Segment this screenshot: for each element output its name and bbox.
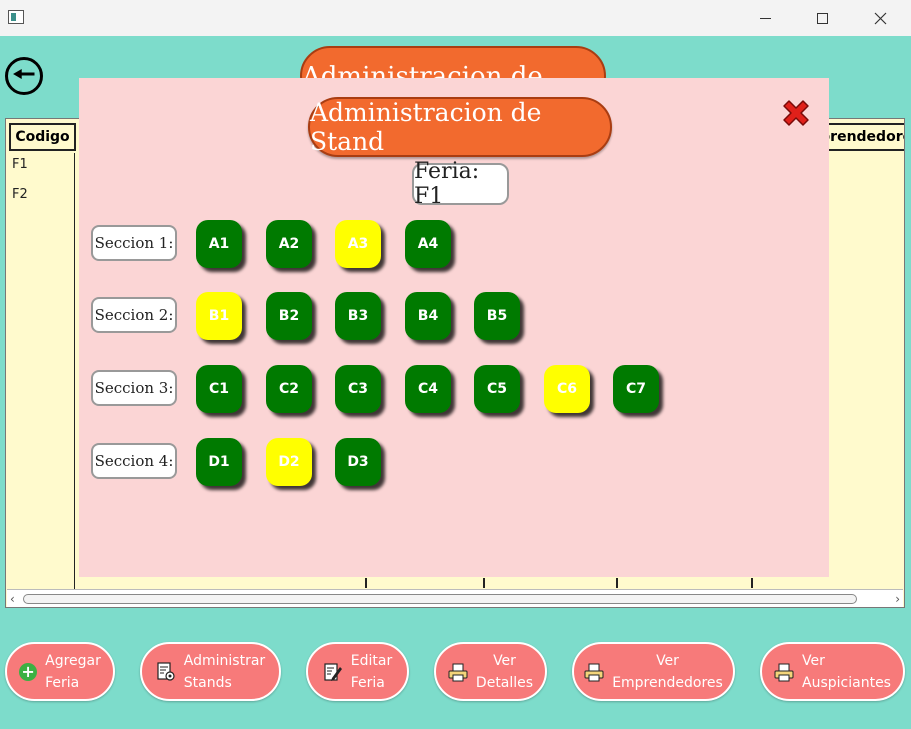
gear-document-icon: [157, 661, 175, 681]
column-divider: [483, 578, 485, 588]
stand-button-a1[interactable]: A1: [196, 220, 242, 268]
minimize-button[interactable]: [742, 0, 788, 36]
ver-auspiciantes-button[interactable]: Ver Auspiciantes: [760, 642, 905, 701]
close-x-icon: [783, 100, 809, 126]
stand-admin-dialog: Administracion de Stand Feria: F1 Seccio…: [79, 78, 829, 577]
stand-button-c4[interactable]: C4: [405, 365, 451, 413]
stand-button-c5[interactable]: C5: [474, 365, 520, 413]
dialog-title: Administracion de Stand: [308, 97, 612, 157]
column-divider: [616, 578, 618, 588]
stand-button-b4[interactable]: B4: [405, 292, 451, 340]
column-header-emprendedores-label: Emprendedores: [822, 129, 904, 145]
back-button[interactable]: 🠔: [5, 57, 43, 95]
administrar-stands-button[interactable]: Administrar Stands: [140, 642, 281, 701]
agregar-feria-button[interactable]: + Agregar Feria: [5, 642, 115, 701]
ver-detalles-button[interactable]: Ver Detalles: [434, 642, 547, 701]
editar-feria-label: Editar Feria: [350, 652, 393, 691]
stand-button-d2[interactable]: D2: [266, 438, 312, 486]
stand-button-b3[interactable]: B3: [335, 292, 381, 340]
column-divider: [74, 153, 75, 589]
section-label: Seccion 1:: [91, 225, 177, 261]
stand-button-b5[interactable]: B5: [474, 292, 520, 340]
stand-button-c1[interactable]: C1: [196, 365, 242, 413]
app-icon: [8, 10, 24, 24]
maximize-button[interactable]: [799, 0, 845, 36]
stand-button-d3[interactable]: D3: [335, 438, 381, 486]
administrar-stands-label: Administrar Stands: [183, 652, 266, 691]
scroll-right-icon[interactable]: ›: [895, 590, 900, 608]
stand-button-a4[interactable]: A4: [405, 220, 451, 268]
column-divider: [751, 578, 753, 588]
column-divider: [365, 578, 367, 588]
stand-button-a3[interactable]: A3: [335, 220, 381, 268]
horizontal-scrollbar[interactable]: ‹ ›: [7, 589, 903, 607]
stand-button-c6[interactable]: C6: [544, 365, 590, 413]
stand-button-b1[interactable]: B1: [196, 292, 242, 340]
minimize-icon: [759, 17, 771, 19]
section-label: Seccion 2:: [91, 297, 177, 333]
ver-emprendedores-label: Ver Emprendedores: [612, 652, 723, 691]
feria-label: Feria: F1: [412, 159, 509, 209]
scroll-left-icon[interactable]: ‹: [10, 590, 15, 608]
stand-button-c2[interactable]: C2: [266, 365, 312, 413]
ver-emprendedores-button[interactable]: Ver Emprendedores: [572, 642, 735, 701]
window-titlebar: [0, 0, 911, 36]
section-label: Seccion 3:: [91, 370, 177, 406]
ver-detalles-label: Ver Detalles: [475, 652, 534, 691]
stand-button-c3[interactable]: C3: [335, 365, 381, 413]
section-label: Seccion 4:: [91, 443, 177, 479]
stand-button-c7[interactable]: C7: [613, 365, 659, 413]
editar-feria-button[interactable]: Editar Feria: [306, 642, 409, 701]
printer-icon: [774, 663, 794, 681]
window-close-icon: [874, 12, 886, 24]
table-row[interactable]: F2: [12, 187, 28, 202]
dialog-title-text: Administracion de Stand: [310, 98, 542, 156]
stand-button-d1[interactable]: D1: [196, 438, 242, 486]
agregar-feria-label: Agregar Feria: [45, 652, 101, 691]
edit-document-icon: [324, 662, 342, 681]
column-header-codigo[interactable]: Codigo: [9, 123, 76, 151]
window-close-button[interactable]: [857, 0, 903, 36]
printer-icon: [584, 663, 604, 681]
maximize-icon: [816, 12, 828, 24]
dialog-close-button[interactable]: [779, 96, 813, 130]
ver-auspiciantes-label: Ver Auspiciantes: [802, 652, 891, 691]
table-row[interactable]: F1: [12, 157, 28, 172]
stand-button-b2[interactable]: B2: [266, 292, 312, 340]
column-header-emprendedores[interactable]: Emprendedores: [822, 123, 904, 151]
printer-icon: [448, 663, 468, 681]
stand-button-a2[interactable]: A2: [266, 220, 312, 268]
plus-circle-icon: +: [19, 662, 38, 681]
back-arrow-icon: 🠔: [12, 60, 36, 90]
scrollbar-thumb[interactable]: [23, 594, 857, 604]
